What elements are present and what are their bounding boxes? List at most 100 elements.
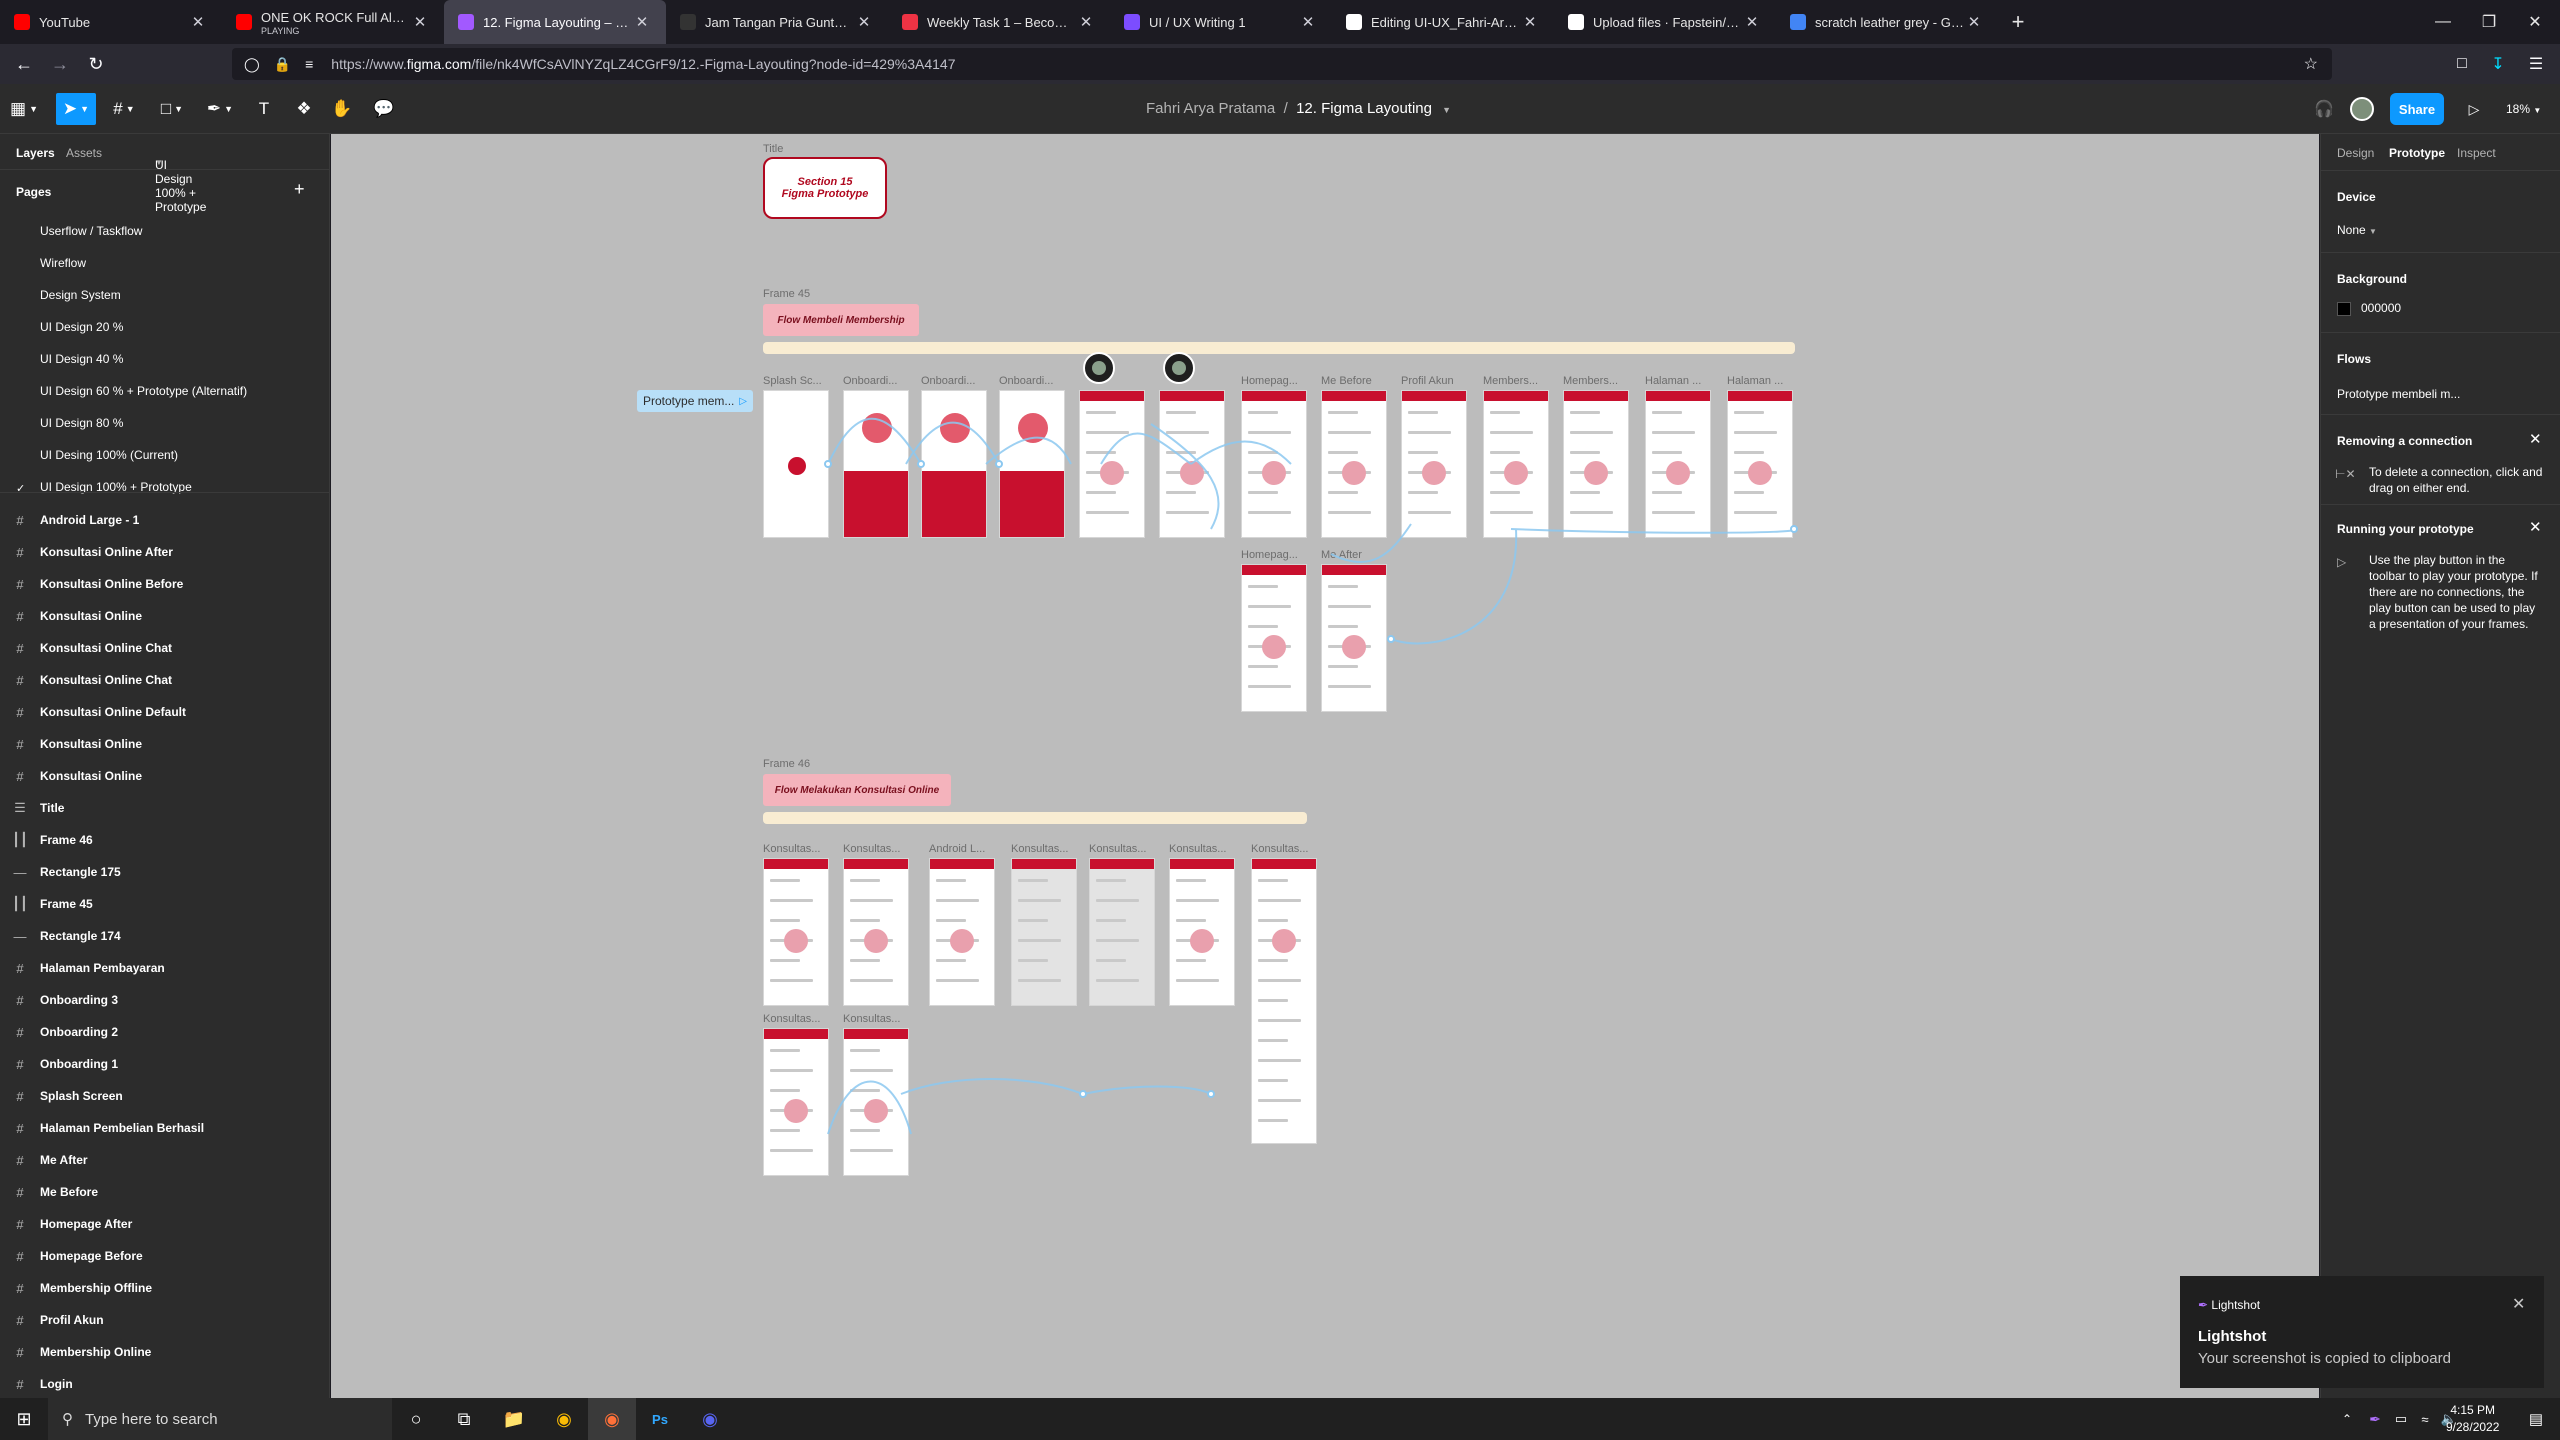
screen-thumbnail[interactable] <box>843 390 909 538</box>
layer-item[interactable]: # Konsultasi Online After <box>0 536 329 568</box>
screen-frame-label[interactable]: Homepag... <box>1241 375 1311 387</box>
frame46-label[interactable]: Frame 46 <box>763 758 810 770</box>
screen-frame-label[interactable]: Homepag... <box>1241 549 1311 561</box>
screen-thumbnail[interactable] <box>843 1028 909 1176</box>
page-item[interactable]: UI Desing 100% (Current) <box>40 448 178 462</box>
tab-layers[interactable]: Layers <box>16 146 55 160</box>
close-tab-icon[interactable]: ✕ <box>1076 13 1096 31</box>
screen-frame-label[interactable]: Onboardi... <box>843 375 913 387</box>
resources-icon[interactable]: ❖ <box>288 93 320 125</box>
notifications-icon[interactable]: ▤ <box>2512 1398 2560 1440</box>
screen-frame-label[interactable]: Onboardi... <box>999 375 1069 387</box>
file-title[interactable]: Fahri Arya Pratama / 12. Figma Layouting… <box>1146 100 1451 117</box>
screen-thumbnail[interactable] <box>1645 390 1711 538</box>
screen-thumbnail[interactable] <box>843 858 909 1006</box>
screen-frame-label[interactable]: Konsultas... <box>843 843 913 855</box>
screen-frame-label[interactable]: Android L... <box>929 843 999 855</box>
tab-design[interactable]: Design <box>2337 146 2374 160</box>
close-tab-icon[interactable]: ✕ <box>410 13 430 31</box>
layer-item[interactable]: ┃┃ Frame 46 <box>0 824 329 856</box>
screen-frame-label[interactable]: Konsultas... <box>1089 843 1159 855</box>
lock-icon[interactable]: 🔒 <box>274 56 291 73</box>
layer-item[interactable]: ☰ Title <box>0 792 329 824</box>
screen-thumbnail[interactable] <box>1159 390 1225 538</box>
taskbar-search[interactable]: ⚲ Type here to search <box>48 1398 392 1440</box>
layer-item[interactable]: # Me Before <box>0 1176 329 1208</box>
download-icon[interactable]: ↧ <box>2480 46 2516 82</box>
close-tab-icon[interactable]: ✕ <box>1742 13 1762 31</box>
tab-prototype[interactable]: Prototype <box>2389 146 2445 160</box>
frame45-banner[interactable]: Flow Membeli Membership <box>763 304 919 336</box>
page-item[interactable]: Userflow / Taskflow <box>40 224 142 238</box>
layer-item[interactable]: # Konsultasi Online <box>0 600 329 632</box>
screen-thumbnail[interactable] <box>1483 390 1549 538</box>
permissions-icon[interactable]: ≡ <box>305 56 313 72</box>
text-tool-icon[interactable]: T <box>248 93 280 125</box>
screen-thumbnail[interactable] <box>999 390 1065 538</box>
title-frame-label[interactable]: Title <box>763 143 783 155</box>
collaborator-cursor-avatar[interactable] <box>1083 352 1115 384</box>
screen-thumbnail[interactable] <box>1241 564 1307 712</box>
screen-frame-label[interactable]: Konsultas... <box>763 1013 833 1025</box>
forward-icon[interactable]: → <box>42 46 78 82</box>
connection-endpoint[interactable] <box>1207 1090 1215 1098</box>
page-item[interactable]: Wireflow <box>40 256 86 270</box>
close-tab-icon[interactable]: ✕ <box>188 13 208 31</box>
restore-icon[interactable]: ❐ <box>2466 0 2512 44</box>
move-tool-icon[interactable]: ➤ ▼ <box>56 93 96 125</box>
layer-item[interactable]: # Homepage After <box>0 1208 329 1240</box>
layer-item[interactable]: # Membership Offline <box>0 1272 329 1304</box>
avatar[interactable] <box>2346 93 2378 125</box>
layer-item[interactable]: # Konsultasi Online Chat <box>0 632 329 664</box>
browser-tab[interactable]: Upload files · Fapstein/UI-UX_F✕ <box>1554 0 1776 44</box>
connection-endpoint[interactable] <box>1387 635 1395 643</box>
file-explorer-icon[interactable]: 📁 <box>490 1398 538 1440</box>
firefox-icon[interactable]: ◉ <box>588 1398 636 1440</box>
screen-frame-label[interactable]: Splash Sc... <box>763 375 833 387</box>
back-icon[interactable]: ← <box>6 46 42 82</box>
play-icon[interactable]: ▷ <box>2458 93 2490 125</box>
browser-tab[interactable]: YouTube ✕ <box>0 0 222 44</box>
browser-tab[interactable]: scratch leather grey - Google Se✕ <box>1776 0 1998 44</box>
screen-thumbnail[interactable] <box>1321 564 1387 712</box>
screen-thumbnail[interactable] <box>929 858 995 1006</box>
bookmark-star-icon[interactable]: ☆ <box>2304 54 2318 74</box>
screen-thumbnail[interactable] <box>763 390 829 538</box>
shield-icon[interactable]: ◯ <box>244 56 260 73</box>
layer-item[interactable]: # Login <box>0 1368 329 1398</box>
add-page-icon[interactable]: + <box>294 179 305 200</box>
connection-endpoint[interactable] <box>1079 1090 1087 1098</box>
page-item[interactable]: UI Design 80 % <box>40 416 123 430</box>
screen-frame-label[interactable]: Members... <box>1563 375 1633 387</box>
screen-thumbnail[interactable] <box>1079 390 1145 538</box>
flow-item[interactable]: Prototype membeli m... <box>2337 386 2460 402</box>
notification-toast[interactable]: ✒ Lightshot ✕ Lightshot Your screenshot … <box>2180 1276 2544 1388</box>
new-tab-button[interactable]: + <box>1998 0 2038 44</box>
frame46-strip[interactable] <box>763 812 1307 824</box>
screen-thumbnail[interactable] <box>1401 390 1467 538</box>
frame46-banner[interactable]: Flow Melakukan Konsultasi Online <box>763 774 951 806</box>
browser-tab[interactable]: UI / UX Writing 1 ✕ <box>1110 0 1332 44</box>
screen-frame-label[interactable]: Halaman ... <box>1727 375 1797 387</box>
menu-icon[interactable]: ☰ <box>2518 46 2554 82</box>
browser-tab[interactable]: Jam Tangan Pria Gunther Polar✕ <box>666 0 888 44</box>
frame45-strip[interactable] <box>763 342 1795 354</box>
screen-frame-label[interactable]: Konsultas... <box>843 1013 913 1025</box>
screen-frame-label[interactable]: Konsultas... <box>1169 843 1239 855</box>
layer-item[interactable]: # Konsultasi Online Before <box>0 568 329 600</box>
layer-item[interactable]: # Homepage Before <box>0 1240 329 1272</box>
canvas[interactable]: Title Section 15 Figma Prototype Frame 4… <box>331 134 2319 1398</box>
pocket-icon[interactable]: □ <box>2444 46 2480 82</box>
screen-thumbnail[interactable] <box>921 390 987 538</box>
share-button[interactable]: Share <box>2390 93 2444 125</box>
close-tab-icon[interactable]: ✕ <box>1964 13 1984 31</box>
layer-item[interactable]: # Konsultasi Online <box>0 760 329 792</box>
collaborator-cursor-avatar[interactable] <box>1163 352 1195 384</box>
layer-item[interactable]: # Halaman Pembayaran <box>0 952 329 984</box>
close-tab-icon[interactable]: ✕ <box>1298 13 1318 31</box>
browser-tab[interactable]: Editing UI-UX_Fahri-Arya-Prata✕ <box>1332 0 1554 44</box>
minimize-icon[interactable]: — <box>2420 0 2466 44</box>
cortana-icon[interactable]: ○ <box>392 1398 440 1440</box>
tab-assets[interactable]: Assets <box>66 146 102 160</box>
screen-frame-label[interactable]: Members... <box>1483 375 1553 387</box>
